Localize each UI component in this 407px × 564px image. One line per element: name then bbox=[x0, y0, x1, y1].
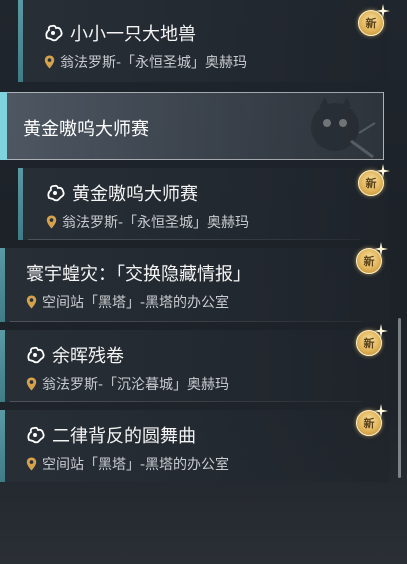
selected-group-title: 黄金嗷呜大师赛 bbox=[23, 119, 149, 140]
quest-puzzle-icon bbox=[46, 184, 66, 202]
quest-location: 空间站「黑塔」-黑塔的办公室 bbox=[42, 295, 230, 311]
entry-accent-bar bbox=[18, 168, 23, 240]
entry-accent-bar bbox=[18, 0, 23, 82]
quest-title-row: 小小一只大地兽 bbox=[44, 20, 196, 46]
entry-accent-bar bbox=[0, 410, 5, 482]
quest-location: 翁法罗斯-「永恒圣城」奥赫玛 bbox=[62, 215, 250, 231]
quest-title: 寰宇蝗灾：「交换隐藏情报」 bbox=[26, 264, 251, 285]
quest-location: 翁法罗斯-「永恒圣城」奥赫玛 bbox=[60, 55, 248, 71]
quest-location-row: 空间站「黑塔」-黑塔的办公室 bbox=[26, 292, 229, 312]
quest-title: 二律背反的圆舞曲 bbox=[52, 426, 196, 447]
quest-entry[interactable]: 二律背反的圆舞曲 空间站「黑塔」-黑塔的办公室 新 bbox=[0, 404, 390, 482]
quest-puzzle-icon bbox=[44, 24, 64, 42]
new-badge-icon: 新 bbox=[354, 404, 388, 438]
quest-puzzle-icon bbox=[26, 426, 46, 444]
scrollbar[interactable] bbox=[398, 318, 401, 478]
quest-puzzle-icon bbox=[26, 346, 46, 364]
entry-divider bbox=[10, 401, 362, 402]
quest-location: 空间站「黑塔」-黑塔的办公室 bbox=[42, 457, 230, 473]
quest-location-row: 翁法罗斯-「永恒圣城」奥赫玛 bbox=[44, 52, 247, 72]
new-badge-icon: 新 bbox=[356, 164, 390, 198]
location-pin-icon bbox=[44, 55, 55, 69]
location-pin-icon bbox=[46, 215, 57, 229]
quest-entry[interactable]: 黄金嗷呜大师赛 翁法罗斯-「永恒圣城」奥赫玛 新 bbox=[18, 164, 390, 240]
new-badge-icon: 新 bbox=[356, 4, 390, 38]
quest-title-row: 余晖残卷 bbox=[26, 342, 124, 368]
entry-divider bbox=[10, 321, 362, 322]
quest-location-row: 翁法罗斯-「沉沦暮城」奥赫玛 bbox=[26, 374, 229, 394]
location-pin-icon bbox=[26, 457, 37, 471]
new-badge-icon: 新 bbox=[354, 242, 388, 276]
quest-title: 小小一只大地兽 bbox=[70, 24, 196, 45]
quest-title-row: 二律背反的圆舞曲 bbox=[26, 422, 196, 448]
new-badge-icon: 新 bbox=[354, 324, 388, 358]
quest-title-row: 寰宇蝗灾：「交换隐藏情报」 bbox=[26, 260, 251, 286]
mascot-emblem-icon bbox=[311, 97, 376, 159]
quest-title: 余晖残卷 bbox=[52, 346, 124, 367]
selected-quest-group[interactable]: 黄金嗷呜大师赛 bbox=[0, 92, 384, 160]
location-pin-icon bbox=[26, 295, 37, 309]
location-pin-icon bbox=[26, 377, 37, 391]
quest-list-panel: 小小一只大地兽 翁法罗斯-「永恒圣城」奥赫玛 新 黄金嗷呜大师赛 黄金嗷呜大师赛… bbox=[0, 0, 407, 564]
quest-entry[interactable]: 寰宇蝗灾：「交换隐藏情报」 空间站「黑塔」-黑塔的办公室 新 bbox=[0, 242, 390, 322]
quest-entry[interactable]: 余晖残卷 翁法罗斯-「沉沦暮城」奥赫玛 新 bbox=[0, 324, 390, 402]
entry-divider bbox=[28, 239, 360, 240]
quest-location-row: 翁法罗斯-「永恒圣城」奥赫玛 bbox=[46, 212, 249, 232]
quest-location-row: 空间站「黑塔」-黑塔的办公室 bbox=[26, 454, 229, 474]
quest-title-row: 黄金嗷呜大师赛 bbox=[46, 180, 198, 206]
quest-title: 黄金嗷呜大师赛 bbox=[72, 184, 198, 205]
entry-accent-bar bbox=[0, 248, 5, 322]
entry-accent-bar bbox=[0, 330, 5, 402]
quest-location: 翁法罗斯-「沉沦暮城」奥赫玛 bbox=[42, 377, 230, 393]
quest-entry[interactable]: 小小一只大地兽 翁法罗斯-「永恒圣城」奥赫玛 新 bbox=[18, 0, 390, 82]
selected-accent-bar bbox=[0, 92, 7, 160]
